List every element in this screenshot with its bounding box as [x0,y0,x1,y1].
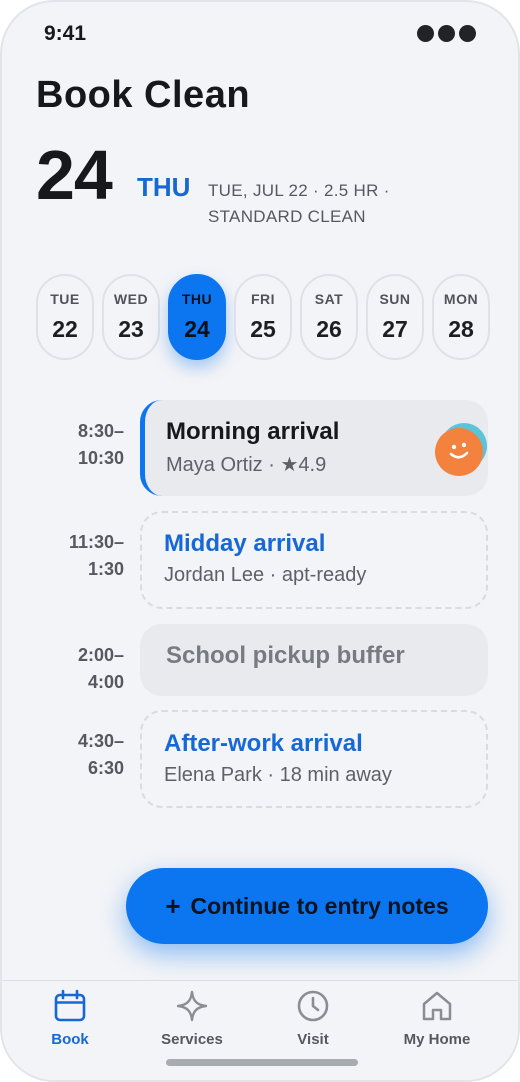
booking-meta: TUE, JUL 22 · 2.5 HR · STANDARD CLEAN [208,181,390,226]
slot-title: Morning arrival [166,418,340,445]
day-pill-dow: SUN [379,291,411,307]
slot-time: 8:30– 10:30 [78,418,124,472]
slot-card-open[interactable]: Midday arrival Jordan Lee · apt-ready [140,511,488,609]
day-pill-dow: SAT [314,291,344,307]
day-pill-date: 24 [184,316,210,342]
day-pill-dow: WED [113,291,149,307]
tab-my-home[interactable]: My Home [382,989,492,1048]
day-pill-thu[interactable]: THU 24 [168,274,226,360]
day-pill-sun[interactable]: SUN 27 [366,274,424,360]
more-dots-icon [417,25,476,42]
tab-book[interactable]: Book [15,989,125,1048]
slot-title: Midday arrival [164,530,326,557]
page-title: Book Clean [36,74,251,116]
slot-time: 11:30– 1:30 [69,529,124,583]
day-pill-date: 25 [250,316,276,342]
day-pill-dow: TUE [50,291,80,307]
day-pill-dow: FRI [250,291,276,307]
tab-label: Book [51,1031,89,1048]
continue-button-label: Continue to entry notes [190,892,449,919]
home-icon [422,991,452,1021]
day-pill-fri[interactable]: FRI 25 [234,274,292,360]
day-pill-wed[interactable]: WED 23 [102,274,160,360]
slot-time-end: 1:30 [87,559,124,579]
cleaner-avatar [435,423,487,476]
day-pill-dow: THU [181,291,213,307]
selected-day-label: THU [137,172,191,202]
slot-time-end: 6:30 [87,758,124,778]
slot-subtitle: Elena Park · 18 min away [164,764,392,786]
slot-subtitle: Jordan Lee · apt-ready [164,564,367,586]
day-pill-date: 27 [382,316,408,342]
tab-bar: Book Services Visit My Home [2,980,518,1080]
day-pill-dow: MON [443,291,479,307]
slot-time-end: 4:00 [87,672,124,692]
slot-title: School pickup buffer [166,642,405,669]
clock-icon [297,990,329,1022]
plus-icon: + [165,890,181,921]
tab-services[interactable]: Services [137,989,247,1048]
continue-button[interactable]: + Continue to entry notes [126,868,488,944]
day-pill-date: 23 [118,316,144,342]
day-pill-date: 26 [316,316,342,342]
slot-card-buffer: School pickup buffer [140,624,488,696]
slot-time-start: 4:30– [77,731,124,751]
day-pill-date: 28 [448,316,474,342]
slot-time-start: 8:30– [77,421,124,441]
calendar-icon [54,989,86,1022]
day-pill-mon[interactable]: MON 28 [432,274,490,360]
tab-visit[interactable]: Visit [258,989,368,1048]
sparkle-icon [176,990,208,1022]
slot-time: 2:00– 4:00 [78,642,124,696]
day-pill-date: 22 [52,316,78,342]
slot-subtitle: Maya Ortiz · ★4.9 [166,454,327,476]
home-indicator [166,1059,358,1066]
status-time: 9:41 [44,22,87,45]
slot-time-start: 11:30– [68,532,124,552]
slot-time: 4:30– 6:30 [78,728,124,782]
slot-card-open[interactable]: After-work arrival Elena Park · 18 min a… [140,710,488,808]
day-pill-tue[interactable]: TUE 22 [36,274,94,360]
slot-time-start: 2:00– [77,645,124,665]
day-picker: TUE 22 WED 23 THU 24 FRI 25 SAT 26 SUN 2… [36,274,490,360]
day-pill-sat[interactable]: SAT 26 [300,274,358,360]
tab-label: Services [161,1031,223,1048]
slot-time-end: 10:30 [77,448,124,468]
phone-screen: 9:41 Book Clean 24 THU TUE, JUL 22 · 2.5… [0,0,520,1082]
tab-label: Visit [297,1031,329,1048]
selected-date-number: 24 [36,136,113,214]
tab-label: My Home [403,1031,471,1048]
slot-title: After-work arrival [164,730,363,757]
